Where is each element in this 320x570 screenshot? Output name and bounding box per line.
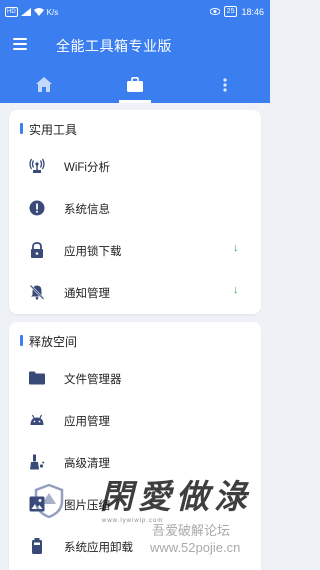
- tab-toolbox[interactable]: [105, 66, 165, 103]
- section-title: 释放空间: [29, 335, 78, 349]
- list-item-label: 系统信息: [64, 204, 110, 216]
- status-right: 25 18:46: [209, 6, 264, 17]
- list-item-label: 高级清理: [64, 458, 110, 470]
- list-item-label: 图片压缩: [64, 500, 110, 512]
- app-header: HD K/s 25 18:46 全能工具箱专业版: [0, 0, 270, 103]
- menu-icon[interactable]: [13, 38, 27, 50]
- list-item-notification-manager[interactable]: 通知管理 ↓: [9, 272, 261, 312]
- image-icon: [29, 496, 45, 512]
- status-left: HD K/s: [5, 7, 58, 17]
- network-speed: K/s: [46, 7, 59, 17]
- app-title: 全能工具箱专业版: [56, 38, 172, 54]
- list-item-label: 文件管理器: [64, 374, 122, 386]
- list-item-system-info[interactable]: 系统信息: [9, 188, 261, 228]
- wifi-antenna-icon: [29, 158, 45, 174]
- battery-indicator: 25: [223, 6, 238, 17]
- signal-icon: [20, 8, 31, 16]
- more-vertical-icon: [223, 77, 227, 92]
- section-title: 实用工具: [29, 123, 78, 137]
- download-arrow-icon[interactable]: ↓: [233, 284, 239, 296]
- list-item-system-app-uninstall[interactable]: 系统应用卸载: [9, 526, 261, 566]
- android-icon: [29, 412, 45, 428]
- list-item-app-manager[interactable]: 应用管理: [9, 400, 261, 440]
- app-bar: 全能工具箱专业版: [0, 28, 270, 62]
- section-accent-bar: [20, 335, 23, 346]
- status-bar: HD K/s 25 18:46: [0, 0, 270, 24]
- section-header: 实用工具: [9, 110, 261, 146]
- tab-home[interactable]: [14, 66, 74, 103]
- tab-bar: [0, 66, 270, 103]
- list-item-label: 应用锁下载: [64, 246, 122, 258]
- section-card-free-space: 释放空间 文件管理器 应用管理 高级清理 图片压缩 系统应用卸载: [9, 322, 261, 570]
- section-accent-bar: [20, 123, 23, 134]
- tab-more[interactable]: [195, 66, 255, 103]
- list-item-image-compress[interactable]: 图片压缩: [9, 484, 261, 524]
- home-icon: [36, 77, 52, 92]
- toolbox-icon: [127, 77, 143, 92]
- list-item-label: 通知管理: [64, 288, 110, 300]
- list-item-wifi-analysis[interactable]: WiFi分析: [9, 146, 261, 186]
- broom-icon: [29, 454, 45, 470]
- list-item-label: 系统应用卸载: [64, 542, 133, 554]
- eye-icon: [209, 8, 220, 15]
- section-card-utilities: 实用工具 WiFi分析 系统信息 应用锁下载 ↓ 通知管理 ↓: [9, 110, 261, 314]
- lock-icon: [29, 242, 45, 258]
- clock: 18:46: [241, 6, 264, 17]
- list-item-file-manager[interactable]: 文件管理器: [9, 358, 261, 398]
- wifi-icon: [33, 8, 44, 16]
- battery-app-icon: [29, 538, 45, 554]
- hd-icon: HD: [5, 7, 18, 17]
- folder-icon: [29, 370, 45, 386]
- list-item-label: 应用管理: [64, 416, 110, 428]
- list-item-app-lock-download[interactable]: 应用锁下载 ↓: [9, 230, 261, 270]
- section-header: 释放空间: [9, 322, 261, 358]
- info-icon: [29, 200, 45, 216]
- list-item-advanced-clean[interactable]: 高级清理: [9, 442, 261, 482]
- tab-indicator: [119, 100, 151, 103]
- list-item-label: WiFi分析: [64, 162, 110, 174]
- bell-off-icon: [29, 284, 45, 300]
- download-arrow-icon[interactable]: ↓: [233, 242, 239, 254]
